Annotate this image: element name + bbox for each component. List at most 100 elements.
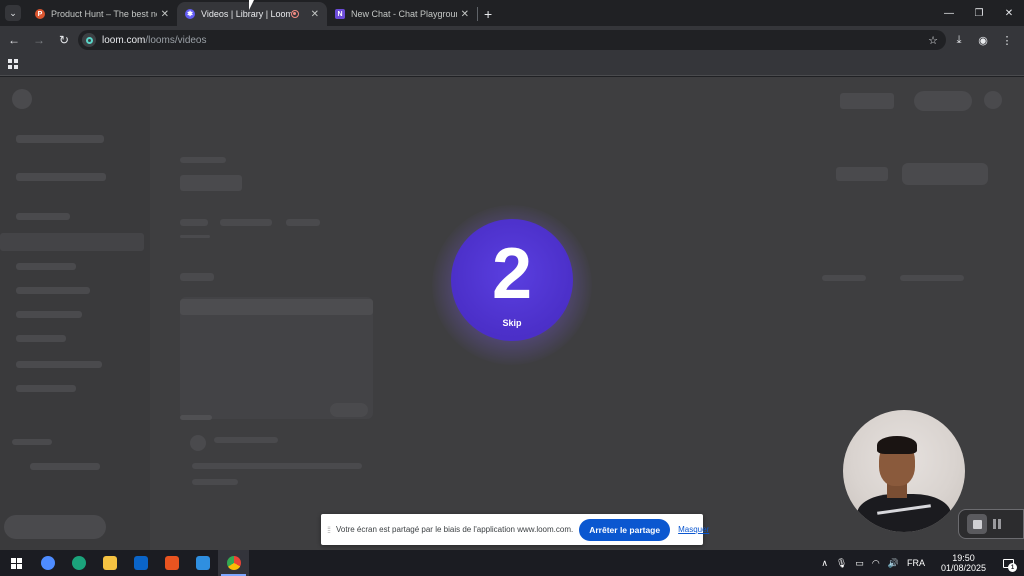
taskbar-app-edge[interactable]: [63, 550, 94, 576]
skip-countdown-button[interactable]: Skip: [502, 318, 521, 328]
download-icon[interactable]: ⤓: [948, 30, 970, 50]
nav-placeholder: [16, 361, 102, 368]
reload-icon: ↻: [58, 33, 70, 47]
nav-placeholder: [16, 263, 76, 270]
webcam-person-hair: [877, 436, 917, 454]
start-button[interactable]: [0, 550, 32, 576]
taskbar-app-vscode[interactable]: [187, 550, 218, 576]
tab-title: Product Hunt – The best new p: [51, 9, 157, 19]
restore-button[interactable]: ❐: [964, 0, 994, 26]
tab-chat-playground[interactable]: N New Chat - Chat Playground ✕: [327, 2, 477, 26]
chat-playground-favicon-icon: N: [335, 9, 345, 19]
video-card-placeholder: [180, 297, 373, 419]
tab-placeholder: [220, 219, 272, 226]
nav-placeholder: [16, 335, 66, 342]
new-tab-button[interactable]: +: [484, 6, 492, 22]
duration-badge-placeholder: [330, 403, 368, 417]
notification-count: 1: [1008, 563, 1017, 572]
nav-placeholder: [16, 287, 90, 294]
stop-sharing-button[interactable]: Arrêter le partage: [579, 518, 671, 541]
chevron-down-icon: ⌄: [9, 7, 17, 18]
hide-banner-link[interactable]: Masquer: [678, 525, 709, 534]
system-tray: ∧ 🎙 ▭ ◠ 🔊 FRA 19:50 01/08/2025 1: [817, 550, 1024, 576]
tab-placeholder: [286, 219, 320, 226]
minimize-button[interactable]: —: [934, 0, 964, 26]
tab-close-icon[interactable]: ✕: [461, 9, 469, 20]
author-avatar-placeholder: [190, 435, 206, 451]
workspace-placeholder: [16, 135, 104, 143]
taskbar-app-outlook[interactable]: [125, 550, 156, 576]
taskbar-app-copilot[interactable]: [32, 550, 63, 576]
breadcrumb-placeholder: [180, 157, 226, 163]
volume-icon[interactable]: 🔊: [888, 558, 899, 569]
chrome-icon: [226, 556, 241, 570]
nav-placeholder: [16, 173, 106, 181]
tab-product-hunt[interactable]: P Product Hunt – The best new p ✕: [27, 2, 177, 26]
back-button[interactable]: ←: [3, 29, 25, 51]
tray-overflow-chevron-icon[interactable]: ∧: [821, 558, 828, 569]
tab-strip: ⌄ P Product Hunt – The best new p ✕ ✱ Vi…: [0, 0, 1024, 26]
author-name-placeholder: [214, 437, 278, 443]
nav-placeholder: [12, 439, 52, 445]
stop-recording-button[interactable]: [967, 514, 987, 534]
notification-center-button[interactable]: 1: [998, 554, 1018, 572]
screen-share-banner: ⁞⁞ Votre écran est partagé par le biais …: [321, 514, 709, 545]
section-label-placeholder: [180, 273, 214, 281]
microphone-icon[interactable]: 🎙: [836, 558, 847, 569]
forward-button[interactable]: →: [28, 29, 50, 51]
clock-time: 19:50: [952, 553, 975, 563]
tab-close-icon[interactable]: ✕: [311, 9, 319, 20]
apps-grid-icon[interactable]: [8, 59, 18, 69]
window-controls: — ❐ ✕: [934, 0, 1024, 26]
video-meta-placeholder: [192, 479, 238, 485]
taskbar-app-chrome[interactable]: [218, 550, 249, 576]
taskbar-app-file-explorer[interactable]: [94, 550, 125, 576]
tab-placeholder: [180, 219, 208, 226]
countdown-number: 2: [491, 234, 533, 314]
close-window-button[interactable]: ✕: [994, 0, 1024, 26]
nav-selected-placeholder: [0, 233, 144, 251]
recording-countdown[interactable]: 2 Skip: [451, 219, 573, 341]
tab-title: Videos | Library | Loom: [201, 9, 291, 19]
mouse-cursor-icon: [249, 0, 254, 10]
taskbar-app-ubuntu[interactable]: [156, 550, 187, 576]
tab-underline-placeholder: [180, 235, 210, 238]
url-host: loom.com: [102, 34, 146, 46]
webcam-person-body: [857, 494, 951, 532]
tab-search-button[interactable]: ⌄: [5, 5, 21, 21]
recording-indicator-icon: [290, 10, 299, 18]
filter-placeholder: [900, 275, 964, 281]
arrow-left-icon: ←: [8, 33, 20, 47]
tab-divider: [477, 7, 478, 21]
battery-icon[interactable]: ▭: [855, 558, 864, 569]
wifi-icon[interactable]: ◠: [872, 558, 880, 569]
progress-placeholder: [180, 415, 212, 420]
video-card-header-placeholder: [180, 299, 373, 315]
windows-logo-icon: [10, 557, 22, 569]
share-message: Votre écran est partagé par le biais de …: [336, 525, 574, 534]
record-button-placeholder: [4, 515, 106, 539]
recording-controls: [958, 509, 1024, 539]
copilot-icon: [40, 556, 55, 570]
webcam-bubble[interactable]: [843, 410, 965, 532]
profile-avatar-icon[interactable]: ◉: [972, 30, 994, 50]
filter-placeholder: [822, 275, 866, 281]
pause-recording-button[interactable]: [993, 519, 1001, 529]
address-bar[interactable]: loom.com/looms/videos ☆: [78, 30, 946, 50]
drag-handle-icon[interactable]: ⁞⁞: [327, 525, 331, 535]
url-path: /looms/videos: [145, 34, 207, 46]
product-hunt-favicon-icon: P: [35, 9, 45, 19]
windows-taskbar: ∧ 🎙 ▭ ◠ 🔊 FRA 19:50 01/08/2025 1: [0, 550, 1024, 576]
browser-toolbar: ← → ↻ loom.com/looms/videos ☆ ⤓ ◉ ⋮: [0, 26, 1024, 54]
stop-icon: [972, 519, 982, 529]
tab-close-icon[interactable]: ✕: [161, 9, 169, 20]
clock[interactable]: 19:50 01/08/2025: [937, 553, 990, 573]
site-info-icon[interactable]: [82, 33, 96, 47]
toolbar-actions: ⤓ ◉ ⋮: [946, 30, 1018, 50]
url-text: loom.com/looms/videos: [102, 35, 207, 46]
bookmark-star-icon[interactable]: ☆: [928, 34, 938, 47]
input-language[interactable]: FRA: [907, 558, 925, 568]
nav-placeholder: [30, 463, 100, 470]
menu-kebab-icon[interactable]: ⋮: [996, 30, 1018, 50]
reload-button[interactable]: ↻: [53, 29, 75, 51]
